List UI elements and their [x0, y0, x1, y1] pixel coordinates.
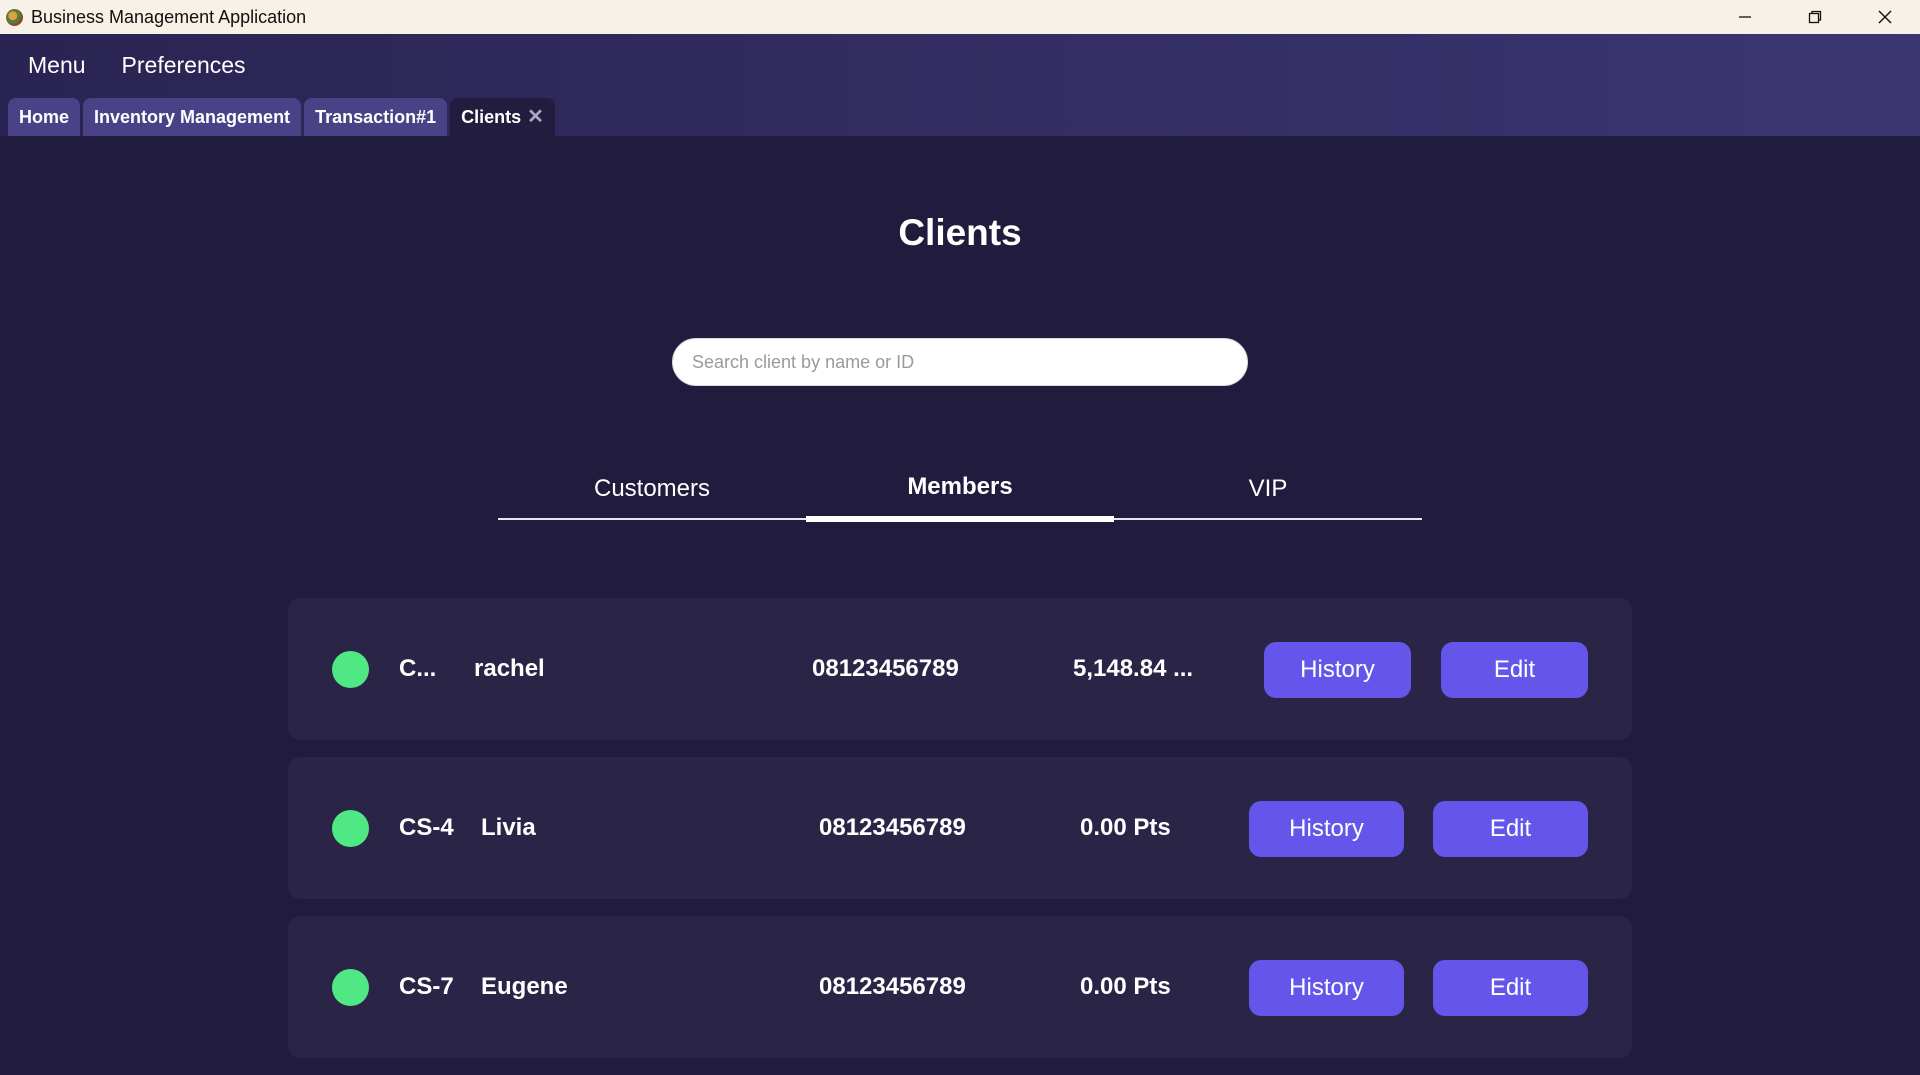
client-card: CS-4 Livia 08123456789 0.00 Pts History …: [288, 757, 1632, 899]
tab-label: Transaction#1: [315, 106, 437, 127]
client-points: 5,148.84 ...: [1073, 655, 1194, 682]
menu-item-preferences[interactable]: Preferences: [122, 52, 246, 79]
tab-customers[interactable]: Customers: [498, 460, 806, 520]
search-input[interactable]: [672, 338, 1248, 386]
client-id: C...: [399, 655, 437, 682]
client-id: CS-7: [399, 973, 454, 1000]
tab-inventory-management[interactable]: Inventory Management: [83, 98, 302, 136]
client-name: Eugene: [481, 973, 568, 1000]
restore-icon: [1808, 10, 1822, 24]
restore-button[interactable]: [1780, 0, 1850, 34]
page-title: Clients: [898, 212, 1022, 253]
tab-vip[interactable]: VIP: [1114, 460, 1422, 520]
status-indicator: [332, 810, 369, 847]
document-tab-bar: Home Inventory Management Transaction#1 …: [0, 96, 1920, 136]
client-name: Livia: [481, 814, 536, 841]
history-button[interactable]: History: [1264, 642, 1411, 698]
menu-bar: Menu Preferences: [0, 34, 1920, 96]
tab-members[interactable]: Members: [806, 460, 1114, 522]
tab-label: Clients: [461, 106, 522, 127]
app-logo-icon: [6, 8, 23, 26]
window-title: Business Management Application: [31, 6, 307, 27]
tab-transaction-1[interactable]: Transaction#1: [304, 98, 448, 136]
tab-label: Home: [19, 106, 70, 127]
menu-item-menu[interactable]: Menu: [28, 52, 86, 79]
client-id: CS-4: [399, 814, 454, 841]
client-card: C... rachel 08123456789 5,148.84 ... His…: [288, 598, 1632, 740]
close-window-button[interactable]: [1850, 0, 1920, 34]
client-name: rachel: [474, 655, 545, 682]
tab-label: Inventory Management: [94, 106, 291, 127]
status-indicator: [332, 651, 369, 688]
client-phone: 08123456789: [819, 814, 966, 841]
client-phone: 08123456789: [812, 655, 959, 682]
window-titlebar: Business Management Application: [0, 0, 1920, 34]
tab-close-icon[interactable]: ✕: [527, 107, 544, 127]
edit-button[interactable]: Edit: [1433, 801, 1588, 857]
minimize-icon: [1739, 16, 1751, 18]
minimize-button[interactable]: [1710, 0, 1780, 34]
tab-clients[interactable]: Clients ✕: [450, 98, 555, 136]
client-phone: 08123456789: [819, 973, 966, 1000]
client-type-tabs: Customers Members VIP: [498, 460, 1422, 522]
edit-button[interactable]: Edit: [1433, 960, 1588, 1016]
tab-home[interactable]: Home: [8, 98, 81, 136]
edit-button[interactable]: Edit: [1441, 642, 1588, 698]
close-icon: [1878, 10, 1892, 24]
client-card: CS-7 Eugene 08123456789 0.00 Pts History…: [288, 916, 1632, 1058]
status-indicator: [332, 969, 369, 1006]
history-button[interactable]: History: [1249, 801, 1404, 857]
client-points: 0.00 Pts: [1080, 814, 1171, 841]
client-points: 0.00 Pts: [1080, 973, 1171, 1000]
history-button[interactable]: History: [1249, 960, 1404, 1016]
window-controls: [1710, 0, 1920, 34]
client-list: C... rachel 08123456789 5,148.84 ... His…: [288, 598, 1632, 1075]
